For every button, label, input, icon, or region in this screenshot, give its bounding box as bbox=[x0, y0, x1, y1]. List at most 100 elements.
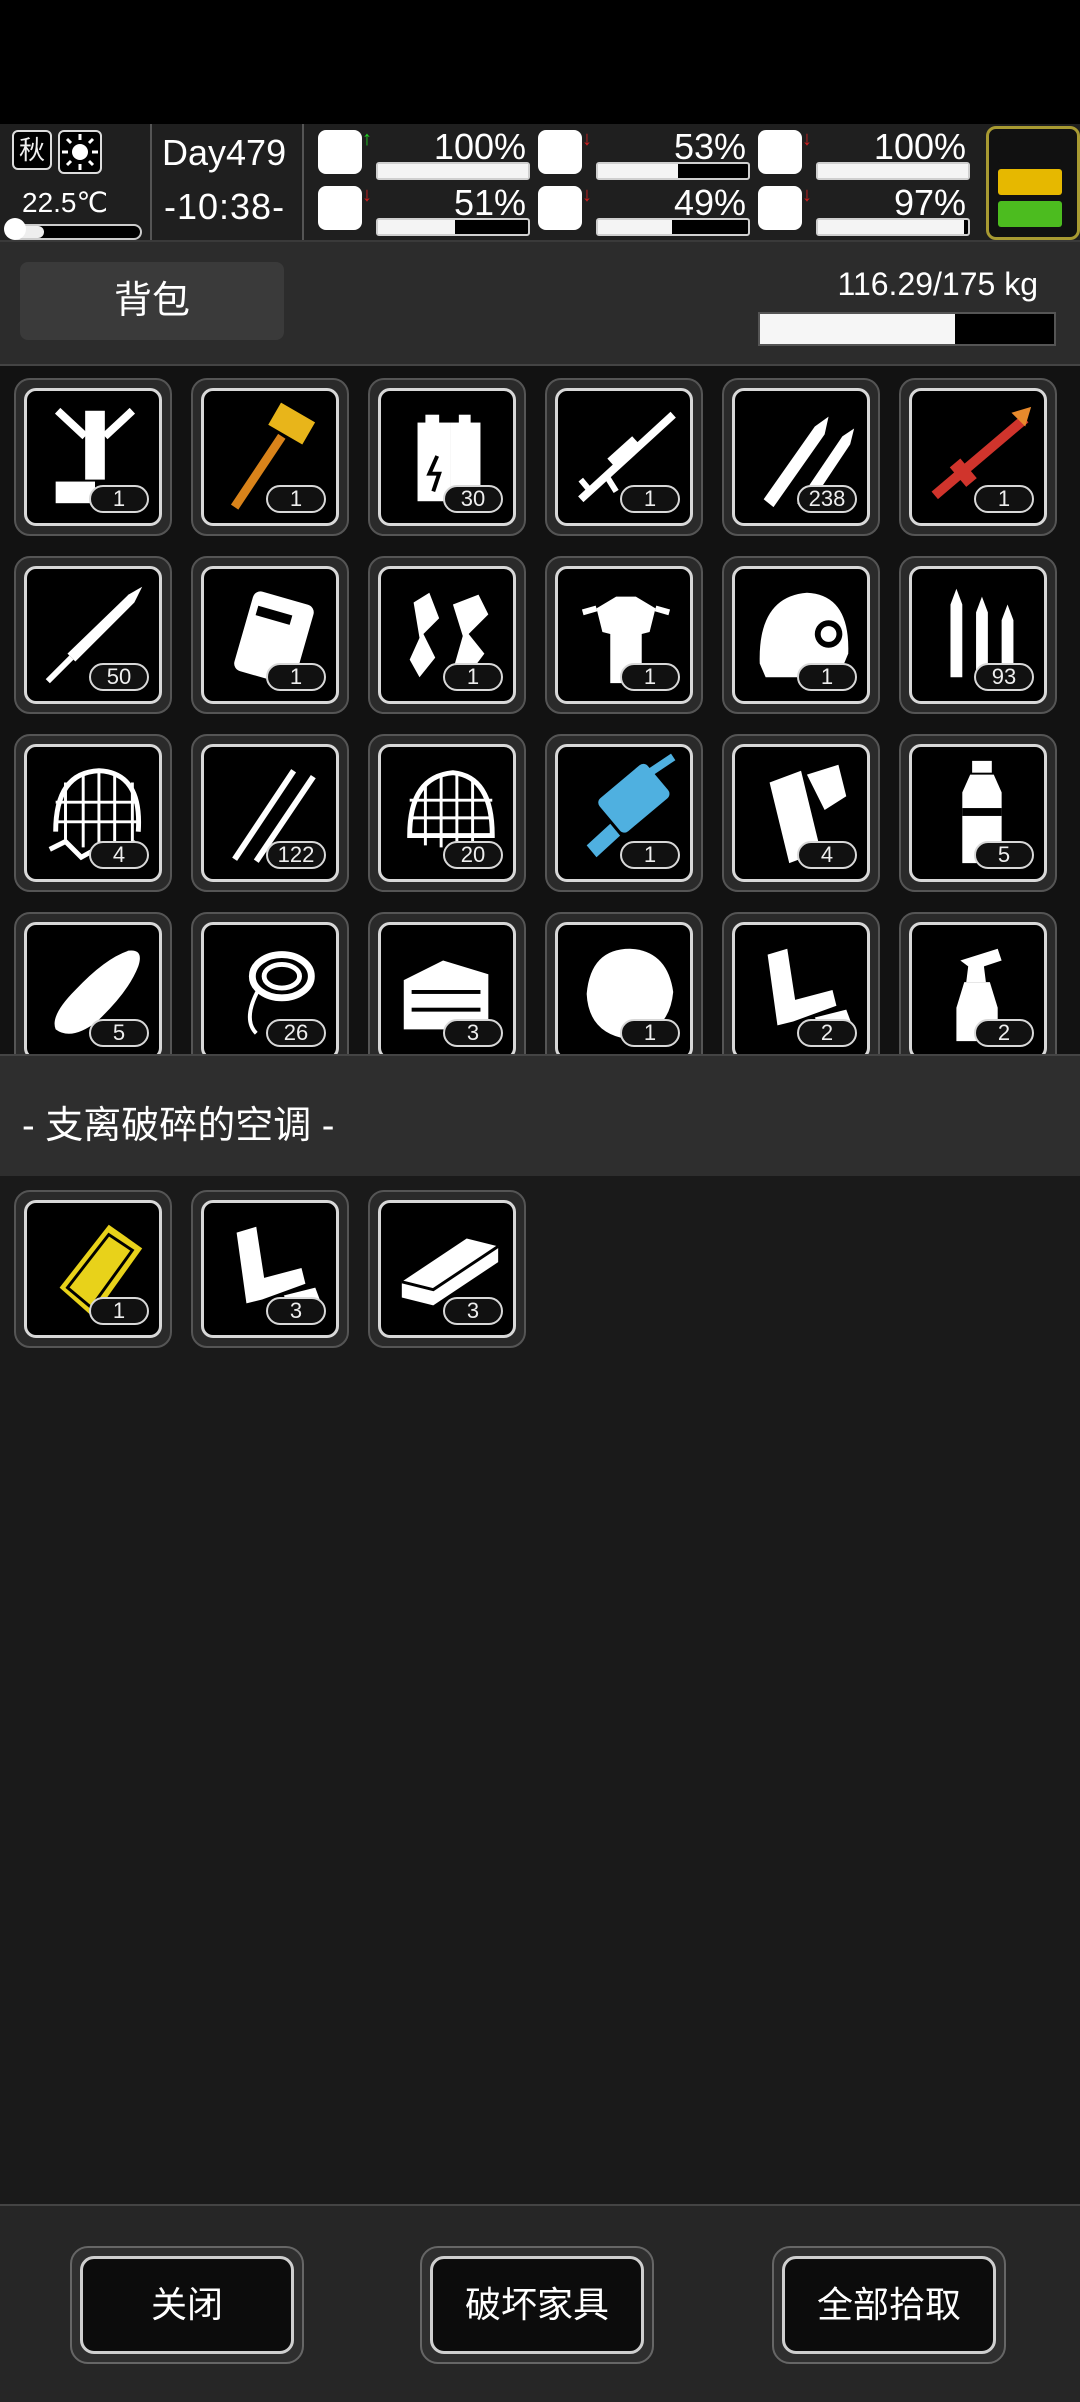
item-count: 238 bbox=[797, 485, 857, 513]
item-slot-frame: 5 bbox=[24, 922, 162, 1054]
backpack-tab[interactable]: 背包 bbox=[20, 262, 284, 340]
arrow-down-icon: ↓ bbox=[582, 184, 592, 206]
water-drop-icon bbox=[538, 186, 582, 230]
item-slot[interactable]: 4 bbox=[722, 734, 880, 892]
item-slot[interactable]: 122 bbox=[191, 734, 349, 892]
item-count: 30 bbox=[443, 485, 503, 513]
item-slot[interactable]: 1 bbox=[368, 556, 526, 714]
battery-indicator[interactable] bbox=[986, 126, 1080, 240]
item-slot[interactable]: 1 bbox=[545, 912, 703, 1054]
item-count: 5 bbox=[974, 841, 1034, 869]
stat-hunger[interactable]: ↓ 53% bbox=[538, 126, 750, 180]
item-slot[interactable]: 238 bbox=[722, 378, 880, 536]
item-slot-frame: 1 bbox=[378, 566, 516, 704]
item-slot-frame: 2 bbox=[909, 922, 1047, 1054]
item-slot[interactable]: 3 bbox=[191, 1190, 349, 1348]
item-slot[interactable]: 1 bbox=[722, 556, 880, 714]
backpack-header: 背包 116.29/175 kg bbox=[0, 242, 1080, 366]
item-slot[interactable]: 30 bbox=[368, 378, 526, 536]
item-slot-frame: 1 bbox=[201, 566, 339, 704]
item-slot[interactable]: 1 bbox=[14, 378, 172, 536]
item-count: 1 bbox=[620, 1019, 680, 1047]
item-count: 2 bbox=[974, 1019, 1034, 1047]
item-slot[interactable]: 50 bbox=[14, 556, 172, 714]
sun-icon bbox=[58, 130, 102, 174]
item-count: 26 bbox=[266, 1019, 326, 1047]
item-count: 1 bbox=[89, 485, 149, 513]
item-count: 122 bbox=[266, 841, 326, 869]
item-slot[interactable]: 1 bbox=[545, 378, 703, 536]
item-slot-frame: 3 bbox=[201, 1200, 339, 1338]
item-slot-frame: 1 bbox=[555, 566, 693, 704]
stat-health[interactable]: ↑ 100% bbox=[318, 126, 530, 180]
item-count: 93 bbox=[974, 663, 1034, 691]
item-count: 1 bbox=[974, 485, 1034, 513]
status-bar: 秋 22.5℃ Day479 -10:38- ↑ 100% ↓ 53% ↓ 100% ↓ 51… bbox=[0, 124, 1080, 242]
item-slot[interactable]: 3 bbox=[368, 912, 526, 1054]
item-slot-frame: 1 bbox=[909, 388, 1047, 526]
action-bar: 关闭 破坏家具 全部拾取 bbox=[0, 2204, 1080, 2402]
item-slot-frame: 30 bbox=[378, 388, 516, 526]
stat-thirst[interactable]: ↓ 49% bbox=[538, 182, 750, 236]
item-slot[interactable]: 3 bbox=[368, 1190, 526, 1348]
item-count: 1 bbox=[620, 841, 680, 869]
item-slot[interactable]: 26 bbox=[191, 912, 349, 1054]
backpack-grid[interactable]: 1 1 30 1 238 1 50 1 1 1 1 93 4 122 20 1 4 5 5 26 3 1 2 2 bbox=[0, 366, 1080, 1054]
item-slot-frame: 1 bbox=[732, 566, 870, 704]
item-slot-frame: 2 bbox=[732, 922, 870, 1054]
item-count: 20 bbox=[443, 841, 503, 869]
environment-panel: 秋 22.5℃ bbox=[4, 128, 142, 240]
item-slot[interactable]: 93 bbox=[899, 556, 1057, 714]
item-slot-frame: 4 bbox=[24, 744, 162, 882]
item-slot[interactable]: 2 bbox=[722, 912, 880, 1054]
item-slot[interactable]: 1 bbox=[191, 556, 349, 714]
item-count: 50 bbox=[89, 663, 149, 691]
arrow-up-icon: ↑ bbox=[362, 128, 372, 150]
weight-bar bbox=[758, 312, 1056, 346]
stat-bar bbox=[596, 162, 750, 180]
item-slot[interactable]: 1 bbox=[545, 556, 703, 714]
arrow-down-icon: ↓ bbox=[362, 184, 372, 206]
item-slot[interactable]: 1 bbox=[899, 378, 1057, 536]
stat-bar bbox=[596, 218, 750, 236]
item-slot[interactable]: 2 bbox=[899, 912, 1057, 1054]
stat-stamina[interactable]: ↓ 51% bbox=[318, 182, 530, 236]
item-slot[interactable]: 4 bbox=[14, 734, 172, 892]
item-count: 4 bbox=[89, 841, 149, 869]
item-count: 3 bbox=[443, 1019, 503, 1047]
stat-bar bbox=[376, 218, 530, 236]
stat-mood[interactable]: ↓ 97% bbox=[758, 182, 970, 236]
take-all-button[interactable]: 全部拾取 bbox=[772, 2246, 1006, 2364]
item-slot-frame: 20 bbox=[378, 744, 516, 882]
season-label: 秋 bbox=[12, 130, 52, 170]
item-slot[interactable]: 1 bbox=[545, 734, 703, 892]
item-slot[interactable]: 1 bbox=[14, 1190, 172, 1348]
item-slot[interactable]: 20 bbox=[368, 734, 526, 892]
arrow-down-icon: ↓ bbox=[802, 128, 812, 150]
stomach-icon bbox=[538, 130, 582, 174]
item-slot-frame: 26 bbox=[201, 922, 339, 1054]
item-slot[interactable]: 5 bbox=[14, 912, 172, 1054]
item-slot-frame: 3 bbox=[378, 1200, 516, 1338]
destroy-furniture-button-label: 破坏家具 bbox=[430, 2256, 644, 2354]
item-count: 5 bbox=[89, 1019, 149, 1047]
stat-bar bbox=[816, 218, 970, 236]
medkit-icon bbox=[318, 130, 362, 174]
heart-icon bbox=[758, 186, 802, 230]
item-count: 1 bbox=[89, 1297, 149, 1325]
destroy-furniture-button[interactable]: 破坏家具 bbox=[420, 2246, 654, 2364]
item-count: 4 bbox=[797, 841, 857, 869]
item-slot-frame: 3 bbox=[378, 922, 516, 1054]
item-count: 1 bbox=[443, 663, 503, 691]
close-button[interactable]: 关闭 bbox=[70, 2246, 304, 2364]
container-grid[interactable]: 1 3 3 bbox=[0, 1176, 1080, 2204]
stat-oxygen[interactable]: ↓ 100% bbox=[758, 126, 970, 180]
item-slot[interactable]: 1 bbox=[191, 378, 349, 536]
weight-label: 116.29/175 kg bbox=[837, 266, 1038, 302]
item-slot[interactable]: 5 bbox=[899, 734, 1057, 892]
item-slot-frame: 1 bbox=[24, 1200, 162, 1338]
item-slot-frame: 1 bbox=[555, 922, 693, 1054]
item-slot-frame: 93 bbox=[909, 566, 1047, 704]
arrow-down-icon: ↓ bbox=[802, 184, 812, 206]
item-slot-frame: 1 bbox=[201, 388, 339, 526]
